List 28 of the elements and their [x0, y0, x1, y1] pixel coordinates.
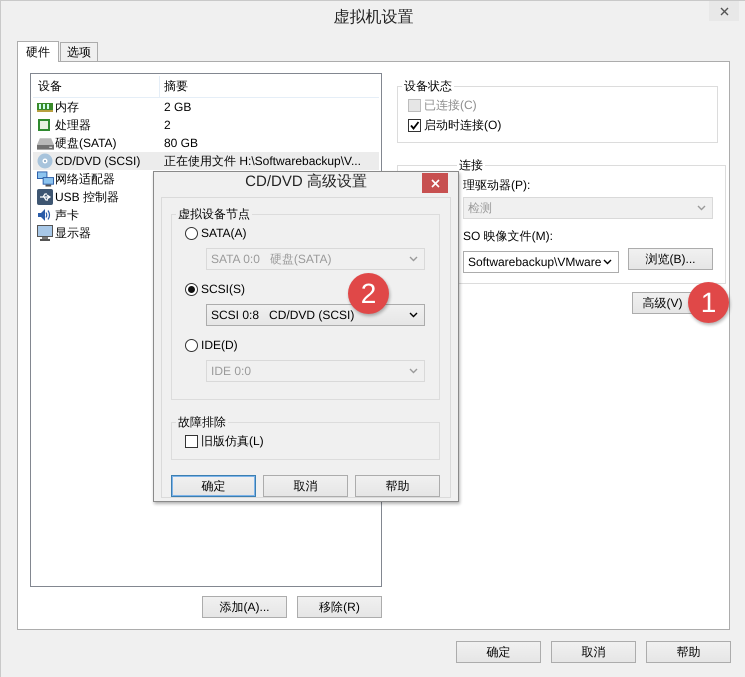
group-title: 虚拟设备节点 [177, 206, 251, 223]
field-label: SO 映像文件(M): [463, 228, 553, 244]
radio-label: SATA(A) [201, 226, 247, 240]
column-header: 摘要 [163, 78, 188, 95]
group-title: 故障排除 [177, 414, 227, 431]
device-summary: 正在使用文件 H:\Softwarebackup\V... [164, 154, 361, 168]
radio-label: SCSI(S) [201, 282, 246, 296]
checkbox-label: 已连接(C) [424, 96, 477, 114]
device-name: CD/DVD (SCSI) [55, 154, 140, 168]
column-header: 设备 [33, 76, 160, 97]
device-summary: 80 GB [164, 136, 198, 150]
device-name: 内存 [55, 98, 79, 116]
device-name: 显示器 [55, 224, 91, 242]
device-summary: 2 GB [164, 100, 192, 114]
device-name: 网络适配器 [55, 170, 115, 188]
device-summary: 2 [164, 118, 171, 132]
field-label: 理驱动器(P): [463, 176, 530, 194]
checkbox-label: 启动时连接(O) [424, 116, 502, 134]
checkbox-label: 旧版仿真(L) [201, 432, 264, 450]
window-title: 虚拟机设置 [334, 8, 414, 28]
device-name: 声卡 [55, 206, 79, 224]
device-name: USB 控制器 [55, 188, 120, 206]
radio-label: IDE(D) [201, 338, 238, 352]
group-title: 连接 [458, 157, 484, 174]
dialog-title: CD/DVD 高级设置 [245, 172, 367, 191]
device-name: 处理器 [55, 116, 91, 134]
group-title: 设备状态 [403, 78, 453, 95]
device-name: 硬盘(SATA) [55, 134, 117, 152]
